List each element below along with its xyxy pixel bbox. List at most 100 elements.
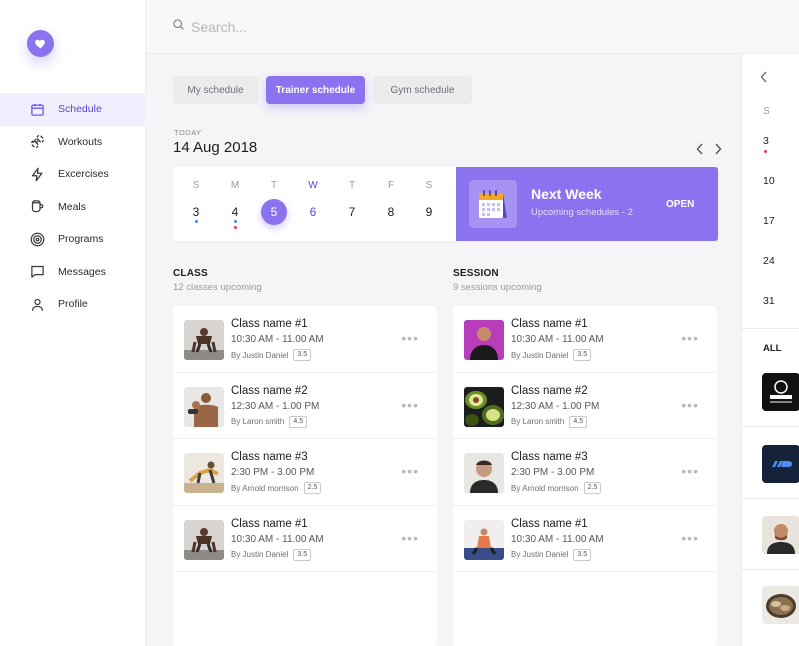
date-item[interactable]: 10 xyxy=(763,175,775,187)
sidebar: Schedule Workouts Excercises Meals Progr… xyxy=(0,0,146,646)
trainer-name: By Laron smith xyxy=(231,417,285,426)
more-options-icon[interactable]: ••• xyxy=(681,398,699,412)
item-time: 10:30 AM - 11.00 AM xyxy=(511,533,604,545)
session-thumbnail xyxy=(464,453,504,493)
date-item[interactable]: 17 xyxy=(763,215,775,227)
more-options-icon[interactable]: ••• xyxy=(401,331,419,345)
day-number-selected[interactable]: 5 xyxy=(261,199,287,225)
item-time: 10:30 AM - 11.00 AM xyxy=(511,334,604,345)
chevron-right-icon[interactable] xyxy=(712,142,724,156)
day-letter: T xyxy=(270,180,278,191)
session-thumbnail xyxy=(464,519,504,560)
week-nav xyxy=(694,142,724,156)
trainer-name: By Arnold morrison xyxy=(511,483,579,493)
cup-icon xyxy=(30,199,45,214)
item-time: 10:30 AM - 11.00 AM xyxy=(231,334,324,345)
class-thumbnail xyxy=(184,519,224,560)
list-item[interactable]: Class name #3 2:30 PM - 3.00 PM By Arnol… xyxy=(453,439,717,506)
list-item[interactable]: Class name #3 2:30 PM - 3.00 PM By Arnol… xyxy=(173,439,437,506)
date-item[interactable]: 3 xyxy=(763,135,769,147)
divider xyxy=(742,498,799,499)
day-number[interactable]: 7 xyxy=(339,199,365,225)
target-icon xyxy=(30,232,45,247)
meal-thumbnail[interactable] xyxy=(762,586,799,624)
rating-badge: 2.5 xyxy=(583,482,602,494)
rating-badge: 3.5 xyxy=(293,349,312,361)
item-trainer: By Laron smith 4.5 xyxy=(511,415,588,428)
sidebar-item-programs[interactable]: Programs xyxy=(0,223,146,256)
rating-badge: 3.5 xyxy=(573,349,592,361)
gym-logo-thumbnail[interactable] xyxy=(762,373,799,411)
list-item[interactable]: Class name #1 10:30 AM - 11.00 AM By Jus… xyxy=(453,506,717,572)
item-time: 2:30 PM - 3.00 PM xyxy=(511,467,595,478)
item-trainer: By Justin Daniel 3.5 xyxy=(231,349,312,361)
sidebar-item-workouts[interactable]: Workouts xyxy=(0,126,146,159)
sidebar-item-schedule[interactable]: Schedule xyxy=(0,93,146,126)
rating-badge: 3.5 xyxy=(293,548,312,561)
heart-logo-icon[interactable] xyxy=(27,30,54,57)
divider xyxy=(742,328,799,329)
event-dot xyxy=(764,150,767,153)
sidebar-item-messages[interactable]: Messages xyxy=(0,256,146,289)
more-options-icon[interactable]: ••• xyxy=(401,398,419,412)
sidebar-item-profile[interactable]: Profile xyxy=(0,288,146,321)
more-options-icon[interactable]: ••• xyxy=(681,331,699,345)
dumbbell-icon xyxy=(30,134,45,149)
calendar-icon xyxy=(469,180,517,228)
item-name: Class name #3 xyxy=(511,451,588,463)
list-item[interactable]: Class name #1 10:30 AM - 11.00 AM By Jus… xyxy=(453,306,717,373)
day-letter: S xyxy=(192,180,200,191)
sidebar-item-label: Profile xyxy=(58,298,88,311)
more-options-icon[interactable]: ••• xyxy=(401,531,419,545)
sidebar-nav: Schedule Workouts Excercises Meals Progr… xyxy=(0,93,146,321)
sidebar-item-label: Excercises xyxy=(58,168,109,181)
sidebar-item-meals[interactable]: Meals xyxy=(0,191,146,224)
brand-logo-thumbnail[interactable] xyxy=(762,445,799,483)
trainer-name: By Laron smith xyxy=(511,417,565,426)
next-week-card[interactable]: Next Week Upcoming schedules - 2 OPEN xyxy=(456,167,718,241)
item-trainer: By Justin Daniel 3.5 xyxy=(511,349,592,361)
session-list: Class name #1 10:30 AM - 11.00 AM By Jus… xyxy=(453,306,717,646)
item-time: 10:30 AM - 11.00 AM xyxy=(231,533,324,545)
more-options-icon[interactable]: ••• xyxy=(681,464,699,478)
search-input[interactable] xyxy=(191,18,591,35)
item-trainer: By Justin Daniel 3.5 xyxy=(511,548,592,561)
date-item[interactable]: 31 xyxy=(763,295,775,307)
tab-trainer-schedule[interactable]: Trainer schedule xyxy=(266,76,365,104)
list-item[interactable]: Class name #1 10:30 AM - 11.00 AM By Jus… xyxy=(173,506,437,572)
list-item[interactable]: Class name #2 12:30 AM - 1.00 PM By Laro… xyxy=(453,373,717,439)
tab-my-schedule[interactable]: My schedule xyxy=(173,76,258,104)
open-button[interactable]: OPEN xyxy=(666,199,694,210)
event-dot xyxy=(233,226,237,229)
trainer-name: By Justin Daniel xyxy=(231,350,289,360)
more-options-icon[interactable]: ••• xyxy=(401,464,419,478)
class-list: Class name #1 10:30 AM - 11.00 AM By Jus… xyxy=(173,306,437,646)
more-options-icon[interactable]: ••• xyxy=(681,531,699,545)
sidebar-item-label: Meals xyxy=(58,200,87,213)
day-number[interactable]: 9 xyxy=(416,199,442,225)
trainer-thumbnail[interactable] xyxy=(762,516,799,554)
divider xyxy=(742,426,799,427)
item-time: 12:30 AM - 1.00 PM xyxy=(231,400,320,412)
item-name: Class name #1 xyxy=(231,318,308,330)
sidebar-item-label: Messages xyxy=(58,265,106,278)
day-number[interactable]: 8 xyxy=(378,199,404,225)
list-item[interactable]: Class name #1 10:30 AM - 11.00 AM By Jus… xyxy=(173,306,437,373)
item-name: Class name #3 xyxy=(231,451,308,463)
class-thumbnail xyxy=(184,386,224,427)
rating-badge: 4.5 xyxy=(569,415,588,428)
sidebar-item-excercises[interactable]: Excercises xyxy=(0,158,146,191)
chevron-left-icon[interactable] xyxy=(694,142,706,156)
rating-badge: 2.5 xyxy=(303,482,322,494)
divider xyxy=(742,569,799,570)
day-letter: S xyxy=(425,180,433,191)
item-trainer: By Justin Daniel 3.5 xyxy=(231,548,312,561)
date-item[interactable]: 24 xyxy=(763,255,775,267)
all-label: ALL xyxy=(763,343,782,354)
tab-gym-schedule[interactable]: Gym schedule xyxy=(373,76,472,104)
day-number[interactable]: 6 xyxy=(300,199,326,225)
class-thumbnail xyxy=(184,453,224,493)
sidebar-item-label: Schedule xyxy=(58,103,102,116)
chevron-left-icon[interactable] xyxy=(760,70,772,84)
list-item[interactable]: Class name #2 12:30 AM - 1.00 PM By Laro… xyxy=(173,373,437,439)
